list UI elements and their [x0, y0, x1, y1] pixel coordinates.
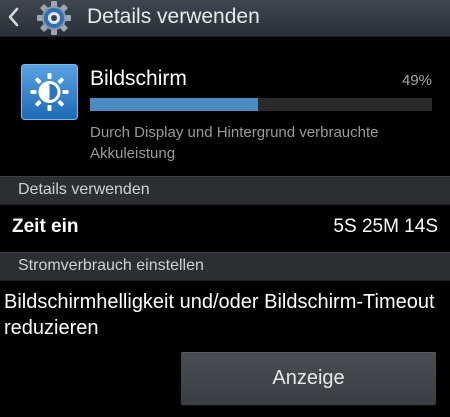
action-bar: Details verwenden [0, 0, 450, 37]
section-header-power: Stromverbrauch einstellen [0, 252, 450, 281]
gear-icon[interactable] [35, 0, 73, 36]
section-header-details: Details verwenden [0, 176, 450, 205]
section-header-label: Stromverbrauch einstellen [18, 257, 204, 274]
time-on-label: Zeit ein [12, 216, 79, 237]
usage-bar [90, 98, 432, 111]
power-tip: Bildschirmhelligkeit und/oder Bildschirm… [4, 291, 435, 339]
chevron-left-icon[interactable] [6, 6, 20, 28]
usage-item-name: Bildschirm [90, 67, 187, 90]
usage-bar-fill [90, 98, 258, 111]
time-on-value: 5S 25M 14S [333, 216, 438, 237]
section-header-label: Details verwenden [18, 181, 150, 198]
page-title: Details verwenden [87, 5, 260, 28]
display-settings-button[interactable]: Anzeige [181, 352, 436, 405]
brightness-icon [21, 64, 78, 120]
usage-percent: 49% [401, 72, 432, 89]
usage-description: Durch Display und Hintergrund verbraucht… [90, 124, 379, 162]
